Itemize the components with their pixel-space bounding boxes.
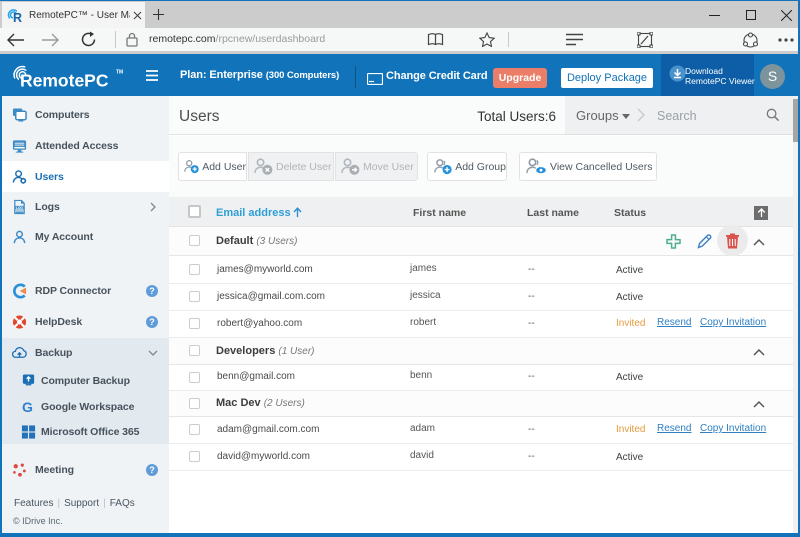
svg-text:RemotePC: RemotePC (20, 71, 109, 89)
svg-text:LOG: LOG (16, 206, 23, 210)
svg-text:TM: TM (116, 70, 123, 76)
svg-text:R: R (13, 11, 22, 25)
svg-text:G: G (22, 400, 33, 415)
